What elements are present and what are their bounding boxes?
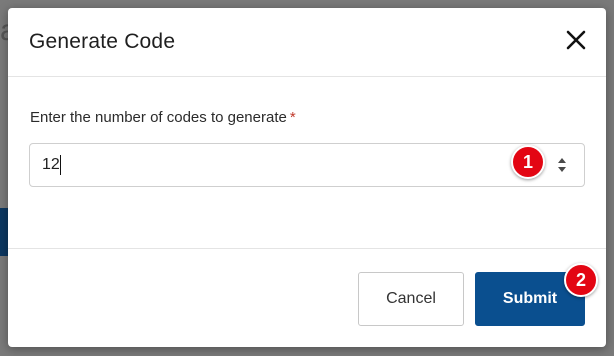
close-icon [566, 30, 586, 50]
quantity-stepper[interactable] [556, 154, 570, 176]
annotation-badge-1: 1 [511, 145, 545, 179]
stepper-up-icon[interactable] [558, 158, 566, 163]
background-page-fragment [0, 208, 8, 256]
annotation-badge-2: 2 [564, 263, 598, 297]
close-button[interactable] [564, 28, 588, 52]
codes-count-label: Enter the number of codes to generate * [30, 109, 296, 126]
codes-count-input[interactable] [42, 154, 502, 176]
dialog-title: Generate Code [29, 30, 176, 53]
cancel-button[interactable]: Cancel [358, 272, 464, 326]
dialog-header: Generate Code [8, 8, 606, 77]
generate-code-dialog: Generate Code Enter the number of codes … [8, 8, 606, 347]
required-marker: * [289, 109, 296, 126]
text-caret [60, 155, 61, 175]
stepper-down-icon[interactable] [558, 167, 566, 172]
codes-count-field[interactable] [29, 143, 585, 187]
dialog-footer: Cancel Submit [8, 248, 606, 348]
codes-count-label-text: Enter the number of codes to generate [30, 109, 287, 126]
